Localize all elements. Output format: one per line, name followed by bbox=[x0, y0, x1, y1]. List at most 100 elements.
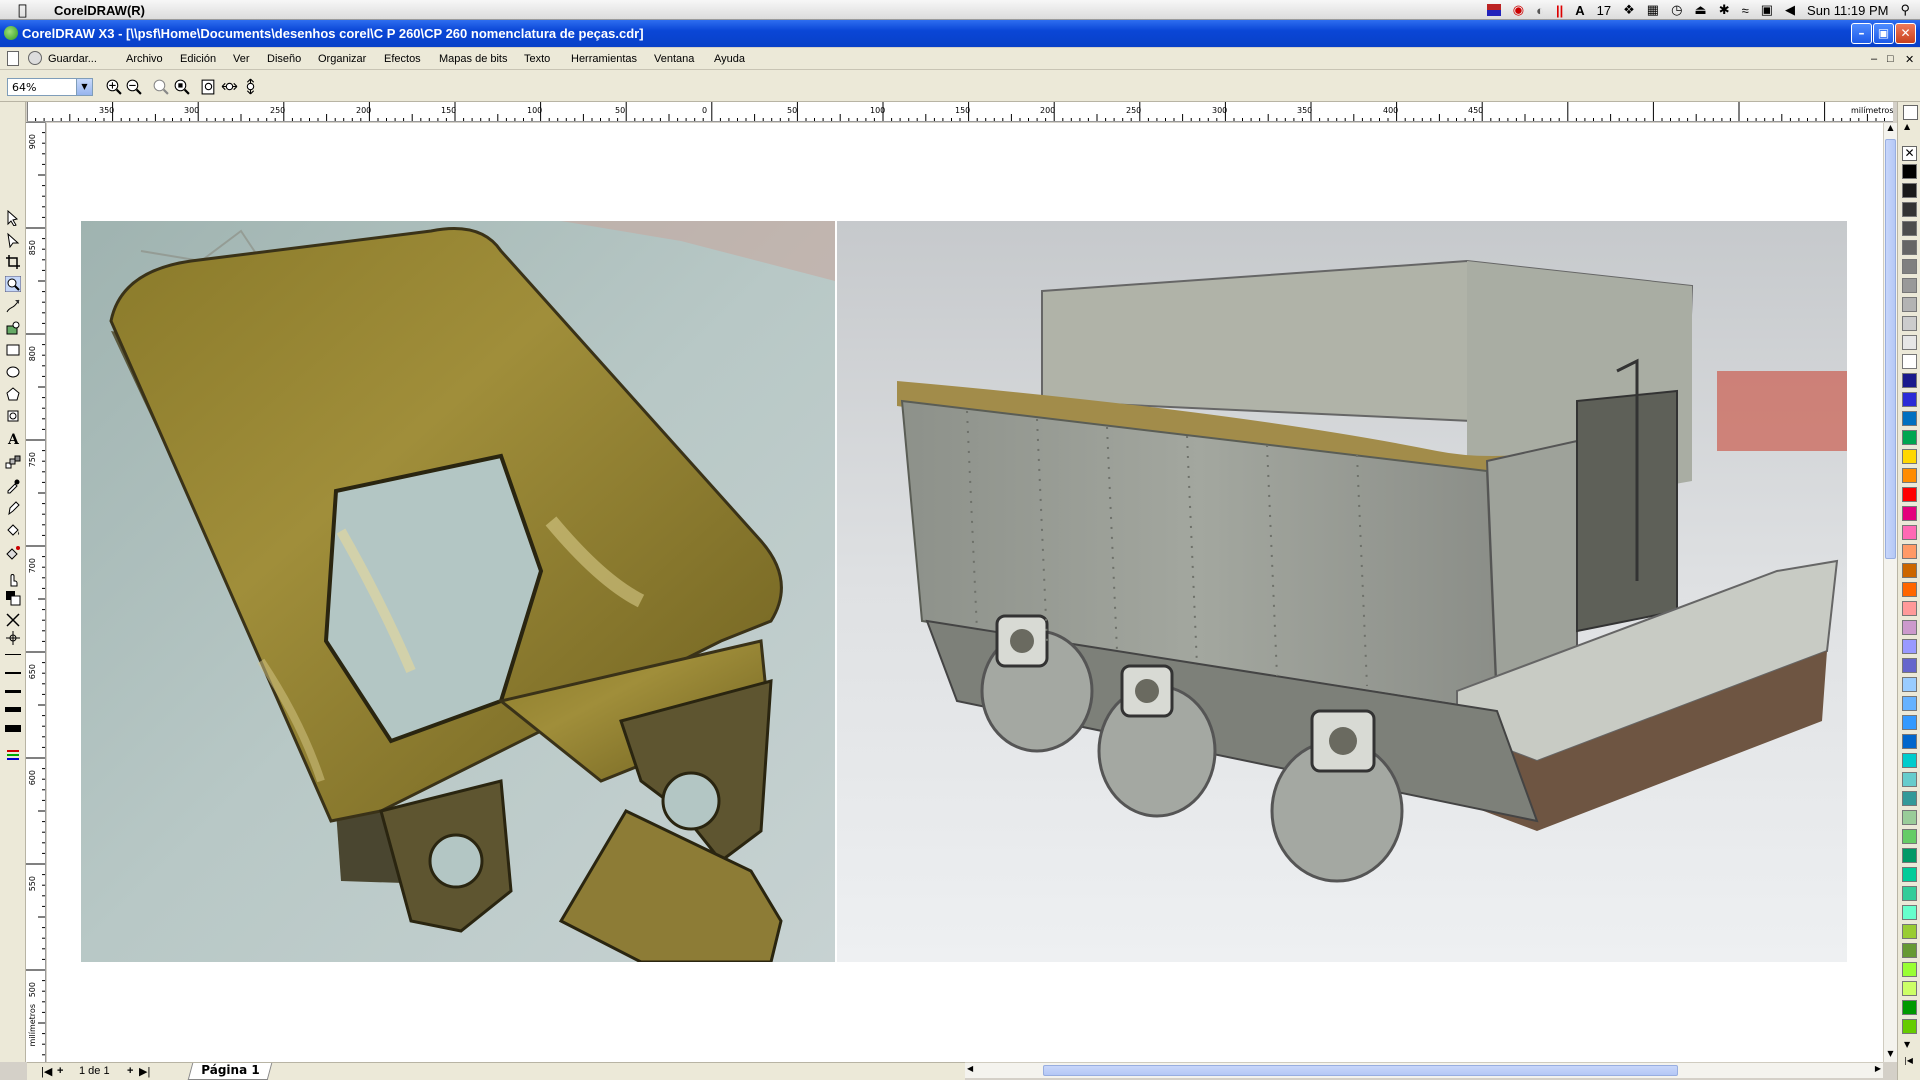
palette-menu-icon[interactable] bbox=[1903, 105, 1918, 120]
color-swatch[interactable] bbox=[1902, 202, 1917, 217]
color-swatch[interactable] bbox=[1902, 791, 1917, 806]
menu-archivo[interactable]: Archivo bbox=[126, 53, 163, 65]
wifi-icon[interactable]: ≈ bbox=[1742, 3, 1749, 18]
maximize-button[interactable]: ▣ bbox=[1873, 23, 1894, 44]
rectangle-tool-icon[interactable] bbox=[5, 342, 21, 358]
color-swatch[interactable] bbox=[1902, 753, 1917, 768]
pointer-hand-icon[interactable] bbox=[5, 572, 21, 588]
time-machine-icon[interactable]: ◷ bbox=[1671, 2, 1682, 18]
spotlight-icon[interactable]: ⚲ bbox=[1900, 2, 1910, 18]
pick-tool-icon[interactable] bbox=[5, 210, 21, 226]
color-swatch[interactable] bbox=[1902, 411, 1917, 426]
calendar-icon[interactable]: A bbox=[1575, 3, 1584, 18]
tender-model-photo[interactable] bbox=[837, 221, 1847, 962]
menu-ver[interactable]: Ver bbox=[233, 53, 250, 65]
outline-width-thick-icon[interactable] bbox=[5, 707, 21, 712]
color-swatch[interactable] bbox=[1902, 981, 1917, 996]
scroll-up-icon[interactable]: ▲ bbox=[1885, 123, 1896, 136]
color-swatch[interactable] bbox=[1902, 639, 1917, 654]
no-color-swatch[interactable]: ✕ bbox=[1902, 146, 1917, 161]
outline-width-medium-icon[interactable] bbox=[5, 690, 21, 693]
last-page-icon[interactable]: ▶| bbox=[139, 1065, 150, 1078]
save-icon[interactable] bbox=[28, 51, 42, 65]
color-swatch[interactable] bbox=[1902, 468, 1917, 483]
add-page-before-icon[interactable]: + bbox=[57, 1065, 63, 1077]
freehand-tool-icon[interactable] bbox=[5, 298, 21, 314]
polygon-tool-icon[interactable] bbox=[5, 386, 21, 402]
macos-app-name[interactable]: CorelDRAW(R) bbox=[54, 3, 145, 18]
horizontal-scrollbar[interactable]: ◀ ▶ bbox=[965, 1062, 1883, 1078]
outline-width-hairline-icon[interactable] bbox=[5, 654, 21, 655]
zoom-in-icon[interactable] bbox=[105, 78, 122, 95]
first-page-icon[interactable]: |◀ bbox=[41, 1065, 52, 1078]
menu-diseno[interactable]: Diseño bbox=[267, 53, 301, 65]
color-swatch[interactable] bbox=[1902, 924, 1917, 939]
menu-herramientas[interactable]: Herramientas bbox=[571, 53, 637, 65]
drawing-canvas[interactable] bbox=[47, 123, 1883, 1062]
menu-mapas-de-bits[interactable]: Mapas de bits bbox=[439, 53, 507, 65]
zoom-all-objects-icon[interactable] bbox=[173, 78, 190, 95]
color-swatch[interactable] bbox=[1902, 544, 1917, 559]
page-tab[interactable]: Página 1 bbox=[187, 1063, 273, 1080]
zoom-tool-icon[interactable] bbox=[5, 276, 21, 292]
color-swatch[interactable] bbox=[1902, 354, 1917, 369]
clock[interactable]: Sun 11:19 PM bbox=[1807, 3, 1888, 18]
parallels-icon[interactable]: ◐ bbox=[1536, 3, 1544, 18]
color-swatch[interactable] bbox=[1902, 259, 1917, 274]
color-swatch[interactable] bbox=[1902, 430, 1917, 445]
crop-tool-icon[interactable] bbox=[5, 254, 21, 270]
scroll-down-icon[interactable]: ▼ bbox=[1885, 1049, 1896, 1062]
shield-icon[interactable]: ◉ bbox=[1513, 2, 1524, 18]
chevron-down-icon[interactable]: ▼ bbox=[76, 79, 92, 95]
add-page-after-icon[interactable]: + bbox=[127, 1065, 133, 1077]
color-swatch[interactable] bbox=[1902, 221, 1917, 236]
color-docker-icon[interactable] bbox=[5, 590, 21, 606]
color-swatch[interactable] bbox=[1902, 867, 1917, 882]
color-swatch[interactable] bbox=[1902, 905, 1917, 920]
shape-tool-icon[interactable] bbox=[5, 232, 21, 248]
color-swatch[interactable] bbox=[1902, 810, 1917, 825]
eject-icon[interactable]: ⏏ bbox=[1694, 2, 1706, 18]
color-swatch[interactable] bbox=[1902, 734, 1917, 749]
zoom-selected-icon[interactable] bbox=[152, 78, 169, 95]
fill-tool-icon[interactable] bbox=[5, 522, 21, 538]
zoom-out-icon[interactable] bbox=[125, 78, 142, 95]
color-swatch[interactable] bbox=[1902, 772, 1917, 787]
display-icon[interactable]: ▦ bbox=[1647, 2, 1659, 18]
minimize-button[interactable]: – bbox=[1851, 23, 1872, 44]
snap-icon[interactable] bbox=[5, 630, 21, 646]
color-swatch[interactable] bbox=[1902, 297, 1917, 312]
color-swatch[interactable] bbox=[1902, 658, 1917, 673]
color-swatch[interactable] bbox=[1902, 449, 1917, 464]
color-swatch[interactable] bbox=[1902, 240, 1917, 255]
zoom-page-width-icon[interactable] bbox=[221, 78, 238, 95]
color-swatch[interactable] bbox=[1902, 278, 1917, 293]
volume-icon[interactable]: ◀ bbox=[1785, 2, 1795, 18]
color-swatch[interactable] bbox=[1902, 1019, 1917, 1034]
color-swatch[interactable] bbox=[1902, 848, 1917, 863]
input-menu-icon[interactable]: ▣ bbox=[1761, 2, 1773, 18]
color-swatch[interactable] bbox=[1902, 525, 1917, 540]
save-button[interactable]: Guardar... bbox=[48, 53, 97, 65]
eyedropper-tool-icon[interactable] bbox=[5, 478, 21, 494]
bluetooth-icon[interactable]: ✱ bbox=[1719, 2, 1730, 18]
color-swatch[interactable] bbox=[1902, 620, 1917, 635]
close-button[interactable]: ✕ bbox=[1895, 23, 1916, 44]
color-swatch[interactable] bbox=[1902, 601, 1917, 616]
text-tool-icon[interactable]: A bbox=[5, 430, 21, 446]
palette-scroll-down-icon[interactable]: ▼ bbox=[1904, 1040, 1910, 1049]
interactive-fill-icon[interactable] bbox=[5, 544, 21, 560]
color-swatch[interactable] bbox=[1902, 962, 1917, 977]
basic-shapes-icon[interactable] bbox=[5, 408, 21, 424]
color-swatch[interactable] bbox=[1902, 183, 1917, 198]
horizontal-ruler[interactable]: 350 300 250 200 150 100 50 0 50 100 150 … bbox=[27, 102, 1893, 122]
color-swatch[interactable] bbox=[1902, 943, 1917, 958]
zoom-page-height-icon[interactable] bbox=[242, 78, 259, 95]
menu-ventana[interactable]: Ventana bbox=[654, 53, 694, 65]
menu-texto[interactable]: Texto bbox=[524, 53, 550, 65]
no-fill-icon[interactable] bbox=[5, 612, 21, 628]
vertical-scroll-thumb[interactable] bbox=[1885, 139, 1896, 559]
outline-tool-icon[interactable] bbox=[5, 500, 21, 516]
coreldraw-icon[interactable] bbox=[4, 26, 18, 40]
color-swatch[interactable] bbox=[1902, 164, 1917, 179]
